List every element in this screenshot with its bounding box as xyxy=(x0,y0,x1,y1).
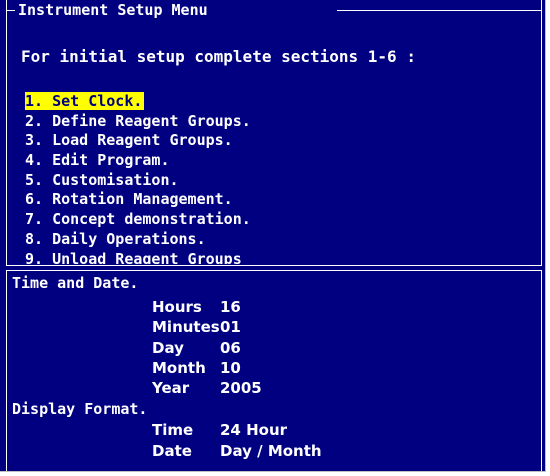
menu-item-label: 6. Rotation Management. xyxy=(25,190,233,209)
hours-value[interactable]: 16 xyxy=(220,298,241,317)
menu-item-label: 5. Customisation. xyxy=(25,170,179,189)
menu-item-set-clock[interactable]: 1. Set Clock. xyxy=(25,92,545,112)
hours-label: Hours xyxy=(152,298,202,316)
year-value[interactable]: 2005 xyxy=(220,379,262,398)
menu-item-define-reagent-groups[interactable]: 2. Define Reagent Groups. xyxy=(25,112,545,132)
day-value[interactable]: 06 xyxy=(220,339,241,358)
menu-item-load-reagent-groups[interactable]: 3. Load Reagent Groups. xyxy=(25,131,545,151)
menu-item-unload-reagent-groups[interactable]: 9. Unload Reagent Groups xyxy=(25,250,545,265)
setup-menu-list: 1. Set Clock. 2. Define Reagent Groups. … xyxy=(25,92,545,264)
menu-item-customisation[interactable]: 5. Customisation. xyxy=(25,171,545,191)
menu-item-label: 2. Define Reagent Groups. xyxy=(25,111,251,130)
month-label: Month xyxy=(152,359,206,377)
month-value[interactable]: 10 xyxy=(220,359,241,378)
time-format-value[interactable]: 24 Hour xyxy=(220,421,287,440)
date-format-value[interactable]: Day / Month xyxy=(220,442,322,461)
date-format-label: Date xyxy=(152,442,192,460)
menu-intro-text: For initial setup complete sections 1-6 … xyxy=(21,47,416,66)
menu-item-edit-program[interactable]: 4. Edit Program. xyxy=(25,151,545,171)
menu-item-label: 1. Set Clock. xyxy=(25,92,145,110)
time-date-heading: Time and Date. xyxy=(12,274,139,292)
year-label: Year xyxy=(152,379,190,397)
menu-item-label: 4. Edit Program. xyxy=(25,151,170,170)
time-format-label: Time xyxy=(152,421,194,439)
details-panel xyxy=(6,270,542,471)
menu-item-rotation-management[interactable]: 6. Rotation Management. xyxy=(25,190,545,210)
day-label: Day xyxy=(152,339,184,357)
instrument-setup-screen: Instrument Setup Menu For initial setup … xyxy=(0,0,546,472)
minutes-value[interactable]: 01 xyxy=(220,318,241,337)
menu-item-label: 9. Unload Reagent Groups xyxy=(25,249,242,265)
menu-item-label: 7. Concept demonstration. xyxy=(25,210,251,229)
minutes-label: Minutes xyxy=(152,318,220,336)
menu-item-label: 8. Daily Operations. xyxy=(25,229,206,248)
menu-item-label: 3. Load Reagent Groups. xyxy=(25,131,233,150)
menu-item-daily-operations[interactable]: 8. Daily Operations. xyxy=(25,230,545,250)
menu-item-concept-demonstration[interactable]: 7. Concept demonstration. xyxy=(25,210,545,230)
display-format-heading: Display Format. xyxy=(12,400,148,418)
